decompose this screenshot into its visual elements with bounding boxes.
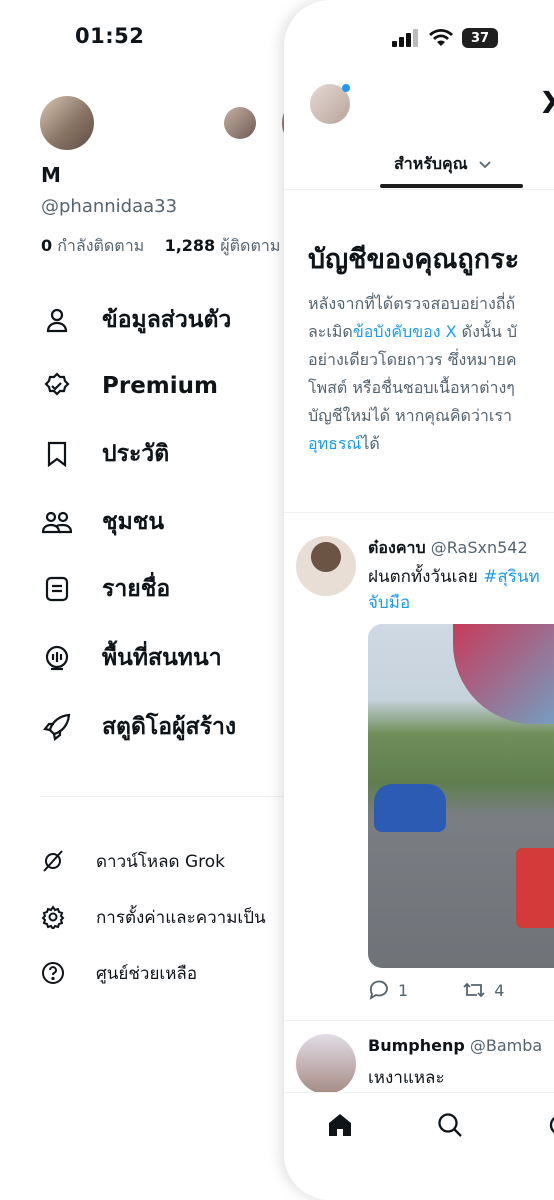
reply-button[interactable]: 1 (368, 980, 408, 1000)
post-header: ต๋องคาบ @RaSxn542 (368, 536, 528, 561)
menu-label-spaces: พื้นที่สนทนา (102, 645, 222, 671)
menu-label-history: ประวัติ (102, 441, 170, 467)
repost-count: 4 (494, 980, 505, 1000)
menu-item-history[interactable]: ประวัติ (40, 434, 169, 474)
notice-text: ได้ (361, 434, 380, 453)
post-text: ฝนตกทั้งวันเลย #สุรินท จับมือ (368, 564, 540, 616)
post-image[interactable] (368, 624, 554, 968)
menu-item-lists[interactable]: รายชื่อ (40, 569, 170, 609)
profile-handle: @phannidaa33 (41, 196, 178, 217)
verified-badge-icon (40, 369, 74, 403)
menu-label-download-grok: ดาวน์โหลด Grok (96, 851, 225, 872)
menu-item-download-grok[interactable]: ดาวน์โหลด Grok (40, 846, 225, 876)
post-actions: 1 4 (368, 980, 504, 1000)
signal-icon (392, 29, 418, 47)
notice-line: บัญชีใหม่ได้ หากคุณคิดว่าเรา (308, 406, 512, 425)
rocket-icon (40, 710, 74, 744)
post-author-name[interactable]: ต๋องคาบ (368, 538, 426, 557)
grok-nav-icon (549, 1116, 554, 1134)
reply-count: 1 (398, 980, 409, 1000)
chevron-down-icon (478, 160, 491, 168)
bookmark-icon (40, 437, 74, 471)
notice-line: อุทธรณ์ได้ (308, 430, 517, 458)
feed-separator (284, 512, 554, 513)
notice-line: ละเมิดข้อบังคับของ X ดังนั้น บั (308, 318, 517, 346)
image-umbrella (453, 624, 554, 724)
post-hashtag-continued[interactable]: จับมือ (368, 590, 540, 616)
menu-item-creator-studio[interactable]: สตูดิโอผู้สร้าง (40, 707, 236, 747)
image-scooter (374, 784, 446, 832)
list-icon (40, 572, 74, 606)
notice-text: ดังนั้น บั (456, 322, 517, 341)
tab-separator (284, 189, 554, 190)
feed-separator (284, 1020, 554, 1021)
followers-label[interactable]: ผู้ติดตาม (220, 236, 280, 255)
post-author-name[interactable]: Bumphenp (368, 1036, 465, 1055)
tab-indicator (380, 184, 523, 188)
menu-item-communities[interactable]: ชุมชน (40, 502, 164, 542)
post-hashtag[interactable]: #สุรินท (483, 567, 540, 587)
status-icons: 37 (392, 28, 498, 48)
menu-item-settings[interactable]: การตั้งค่าและความเป็น (40, 902, 266, 932)
appeal-link[interactable]: อุทธรณ์ (308, 434, 361, 453)
post-body: ฝนตกทั้งวันเลย (368, 567, 484, 587)
followers-count[interactable]: 1,288 (165, 236, 216, 255)
communities-icon (40, 505, 74, 539)
bottom-nav (284, 1092, 554, 1200)
profile-name: M (41, 163, 61, 187)
menu-item-spaces[interactable]: พื้นที่สนทนา (40, 638, 222, 678)
repost-button[interactable]: 4 (462, 980, 504, 1000)
menu-label-creator-studio: สตูดิโอผู้สร้าง (102, 714, 237, 740)
post-header: Bumphenp @Bamba (368, 1036, 542, 1055)
battery-indicator: 37 (462, 28, 498, 48)
notice-line: โพสต์ หรือชื่นชอบเนื้อหาต่างๆ (308, 378, 515, 397)
notice-text: ละเมิด (308, 322, 353, 341)
repost-icon (463, 982, 485, 998)
search-icon (438, 1113, 462, 1137)
post-author-handle[interactable]: @RaSxn542 (431, 538, 528, 557)
notice-line: หลังจากที่ได้ตรวจสอบอย่างถี่ถ้ (308, 294, 516, 313)
nav-home[interactable] (326, 1111, 354, 1143)
menu-item-premium[interactable]: Premium (40, 366, 218, 406)
nav-search[interactable] (436, 1111, 464, 1143)
menu-label-communities: ชุมชน (102, 509, 165, 535)
menu-label-profile: ข้อมูลส่วนตัว (102, 307, 232, 333)
avatar[interactable] (40, 96, 94, 150)
menu-label-premium: Premium (102, 373, 218, 399)
suspension-notice-title: บัญชีของคุณถูกระ (308, 244, 520, 275)
suspension-notice-body: หลังจากที่ได้ตรวจสอบอย่างถี่ถ้ ละเมิดข้อ… (308, 290, 517, 458)
alt-account-avatar[interactable] (224, 107, 256, 139)
rules-link[interactable]: ข้อบังคับของ X (353, 322, 457, 341)
home-icon (329, 1114, 351, 1136)
following-label[interactable]: กำลังติดตาม (57, 236, 144, 255)
notice-line: อย่างเดียวโดยถาวร ซึ่งหมายค (308, 350, 517, 369)
tab-label: สำหรับคุณ (394, 154, 468, 173)
help-icon (40, 960, 66, 986)
notification-dot (342, 84, 350, 92)
follow-stats: 0 กำลังติดตาม 1,288 ผู้ติดตาม (41, 234, 280, 259)
wifi-icon (429, 29, 453, 46)
menu-label-settings: การตั้งค่าและความเป็น (96, 907, 266, 928)
menu-item-help[interactable]: ศูนย์ช่วยเหลือ (40, 958, 197, 988)
gear-icon (40, 904, 66, 930)
tab-for-you[interactable]: สำหรับคุณ (394, 152, 492, 177)
person-icon (40, 303, 74, 337)
menu-divider (40, 796, 300, 797)
image-cart (516, 848, 554, 928)
timeline-panel[interactable]: 37 X สำหรับคุณ บัญชีของคุณถูกระ หลังจากท… (284, 0, 554, 1200)
menu-item-profile[interactable]: ข้อมูลส่วนตัว (40, 300, 231, 340)
post-author-avatar[interactable] (296, 1034, 356, 1094)
following-count[interactable]: 0 (41, 236, 52, 255)
reply-icon (369, 980, 388, 1000)
nav-grok[interactable] (546, 1111, 554, 1143)
menu-label-help: ศูนย์ช่วยเหลือ (96, 963, 198, 984)
post-author-avatar[interactable] (296, 536, 356, 596)
spaces-icon (40, 641, 74, 675)
menu-label-lists: รายชื่อ (102, 576, 171, 602)
side-drawer: M @phannidaa33 0 กำลังติดตาม 1,288 ผู้ติ… (0, 0, 300, 1200)
x-logo-icon: X (542, 86, 554, 121)
grok-icon (40, 848, 66, 874)
post-body: เหงาแหละ (368, 1068, 445, 1088)
post-author-handle[interactable]: @Bamba (470, 1036, 542, 1055)
